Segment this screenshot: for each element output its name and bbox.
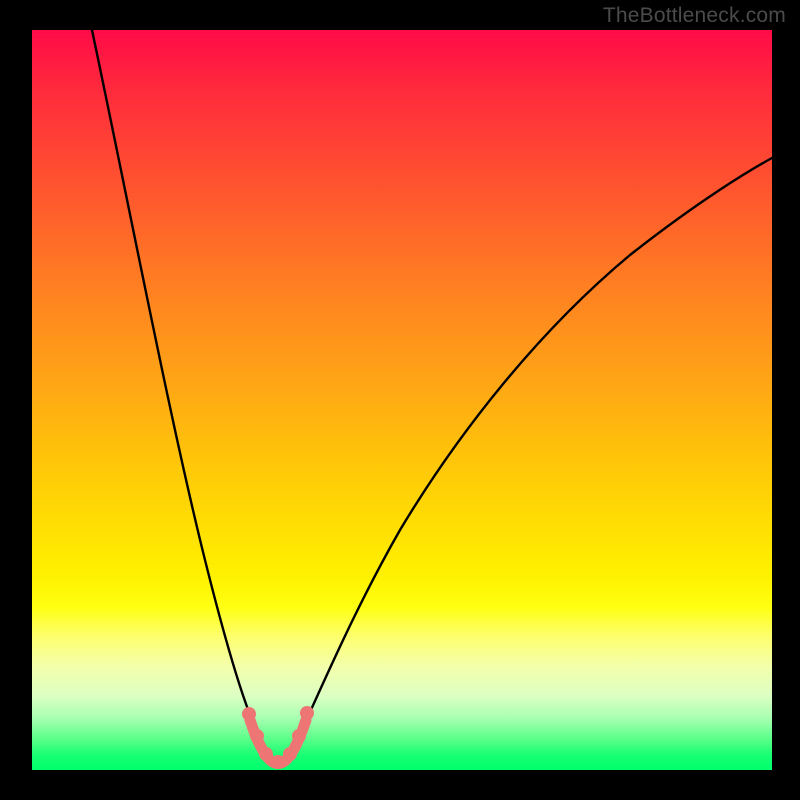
accent-dots — [242, 706, 314, 769]
chart-svg — [0, 0, 800, 800]
curve-layer — [92, 30, 772, 762]
chart-frame: TheBottleneck.com — [0, 0, 800, 800]
right-branch-curve — [288, 158, 772, 757]
left-branch-curve — [92, 30, 268, 757]
